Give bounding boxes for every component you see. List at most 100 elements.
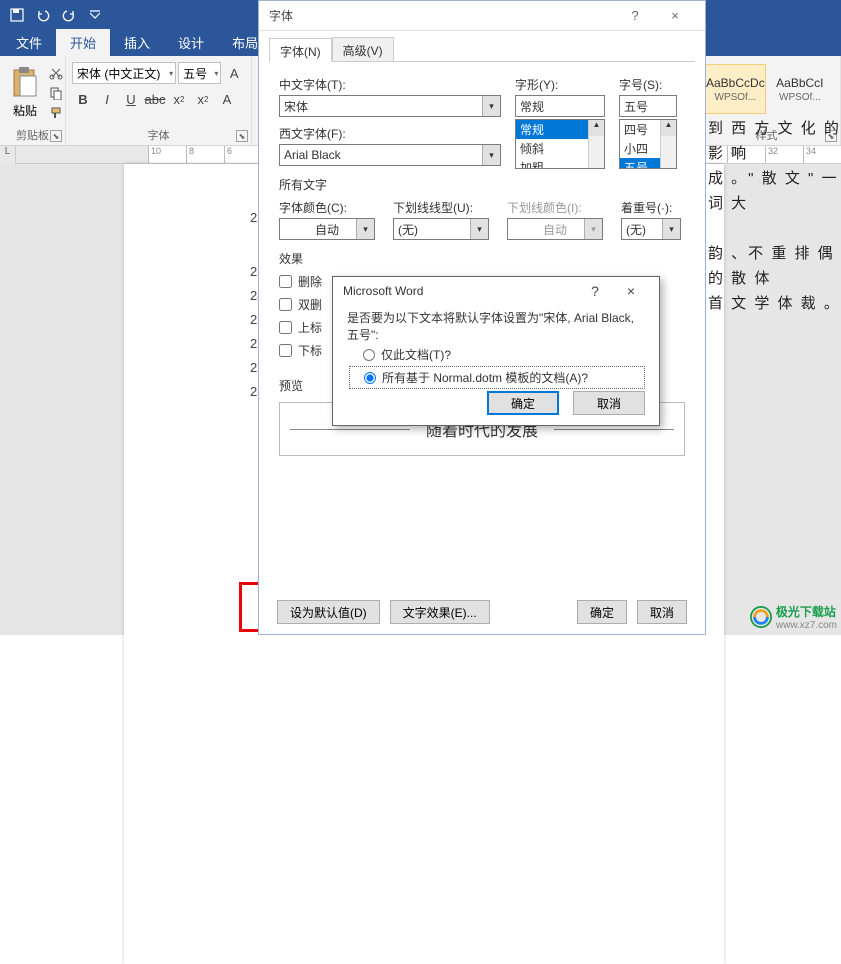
chevron-down-icon: ▾ (584, 219, 602, 239)
font-color-select[interactable]: 自动▾ (279, 218, 375, 240)
label-underline-style: 下划线线型(U): (393, 199, 489, 216)
font-size-combo[interactable]: 五号▾ (178, 62, 221, 84)
font-name-value: 宋体 (中文正文) (77, 65, 160, 82)
text-line: 首 文 学 体 裁 。 (708, 291, 841, 316)
underline-style-select[interactable]: (无)▾ (393, 218, 489, 240)
ruler-tick: 10 (148, 146, 186, 163)
dialog-tab-font[interactable]: 字体(N) (269, 38, 332, 62)
redo-icon[interactable] (56, 2, 82, 28)
ruler-corner[interactable]: L (0, 146, 16, 164)
font-style-input[interactable]: 常规 (515, 95, 605, 117)
tab-file[interactable]: 文件 (2, 29, 56, 56)
text-effects-button[interactable]: A (216, 88, 238, 110)
help-button[interactable]: ? (615, 8, 655, 23)
italic-button[interactable]: I (96, 88, 118, 110)
grow-font-icon[interactable]: A (223, 62, 245, 84)
document-text[interactable]: 到 西 方 文 化 的 影 响 成 。" 散 文 " 一 词 大 韵 、不 重 … (708, 116, 841, 316)
ruler-tick: 6 (224, 146, 262, 163)
label-emphasis: 着重号(·): (621, 199, 681, 216)
underline-button[interactable]: U (120, 88, 142, 110)
radio-all-documents[interactable]: 所有基于 Normal.dotm 模板的文档(A)? (349, 366, 645, 389)
cancel-button[interactable]: 取消 (637, 600, 687, 624)
scrollbar[interactable]: ▲ (660, 120, 676, 168)
set-default-button[interactable]: 设为默认值(D) (277, 600, 380, 624)
font-dialog-titlebar[interactable]: 字体 ? × (259, 1, 705, 31)
chinese-font-select[interactable]: 宋体 ▾ (279, 95, 501, 117)
style-item-1[interactable]: AaBbCcDc WPSOf... (705, 64, 766, 114)
confirm-cancel-button[interactable]: 取消 (573, 391, 645, 415)
scrollbar[interactable]: ▲ (588, 120, 604, 168)
label-western-font: 西文字体(F): (279, 125, 501, 142)
label-font-color: 字体颜色(C): (279, 199, 375, 216)
style-item-2[interactable]: AaBbCcI WPSOf... (772, 64, 828, 114)
close-icon[interactable]: × (613, 283, 649, 299)
tab-home[interactable]: 开始 (56, 29, 110, 56)
underline-color-select: 自动▾ (507, 218, 603, 240)
style-preview: AaBbCcI (776, 76, 823, 90)
font-size-input[interactable]: 五号 (619, 95, 677, 117)
label-chinese-font: 中文字体(T): (279, 76, 501, 93)
text-effects-button[interactable]: 文字效果(E)... (390, 600, 490, 624)
watermark-logo-icon (750, 606, 772, 628)
font-size-value: 五号 (183, 65, 207, 82)
ok-button[interactable]: 确定 (577, 600, 627, 624)
label-font-style: 字形(Y): (515, 76, 605, 93)
confirm-title: Microsoft Word (343, 284, 423, 298)
western-font-value: Arial Black (284, 148, 341, 162)
watermark: 极光下载站 www.xz7.com (750, 603, 837, 631)
strike-button[interactable]: abc (144, 88, 166, 110)
emphasis-select[interactable]: (无)▾ (621, 218, 681, 240)
text-line: 到 西 方 文 化 的 影 响 (708, 116, 841, 166)
font-dialog-title: 字体 (269, 7, 293, 24)
chevron-down-icon: ▾ (356, 219, 374, 239)
paste-icon (10, 66, 40, 100)
subscript-button[interactable]: x2 (168, 88, 190, 110)
chinese-font-value: 宋体 (284, 98, 308, 115)
help-button[interactable]: ? (577, 283, 613, 299)
tab-insert[interactable]: 插入 (110, 29, 164, 56)
text-line-blank (708, 216, 841, 241)
qat-customize-icon[interactable] (82, 2, 108, 28)
font-group-label: 字体 (66, 127, 251, 143)
undo-icon[interactable] (30, 2, 56, 28)
tab-design[interactable]: 设计 (164, 29, 218, 56)
style-name: WPSOf... (715, 92, 757, 103)
label-effects: 效果 (279, 250, 685, 267)
confirm-dialog: Microsoft Word ? × 是否要为以下文本将默认字体设置为"宋体, … (332, 276, 660, 426)
chevron-down-icon: ▾ (482, 145, 500, 165)
close-button[interactable]: × (655, 8, 695, 23)
text-line: 成 。" 散 文 " 一 词 大 (708, 166, 841, 216)
font-dialog-launcher[interactable]: ⬊ (236, 130, 248, 142)
chevron-down-icon: ▾ (662, 219, 680, 239)
label-underline-color: 下划线颜色(I): (507, 199, 603, 216)
font-size-value: 五号 (624, 98, 648, 115)
chevron-down-icon: ▾ (470, 219, 488, 239)
clipboard-dialog-launcher[interactable]: ⬊ (50, 130, 62, 142)
text-line: 韵 、不 重 排 偶 的 散 体 (708, 241, 841, 291)
western-font-select[interactable]: Arial Black ▾ (279, 144, 501, 166)
paste-button[interactable]: 粘贴 (6, 64, 44, 122)
confirm-titlebar[interactable]: Microsoft Word ? × (333, 277, 659, 305)
confirm-question: 是否要为以下文本将默认字体设置为"宋体, Arial Black, 五号": (347, 309, 645, 343)
paste-label: 粘贴 (13, 102, 37, 119)
font-name-combo[interactable]: 宋体 (中文正文)▾ (72, 62, 176, 84)
radio-this-document[interactable]: 仅此文档(T)? (347, 343, 645, 366)
style-preview: AaBbCcDc (706, 76, 765, 90)
bold-button[interactable]: B (72, 88, 94, 110)
style-name: WPSOf... (779, 92, 821, 103)
save-icon[interactable] (4, 2, 30, 28)
font-style-listbox[interactable]: 常规 倾斜 加粗 ▲ (515, 119, 605, 169)
confirm-ok-button[interactable]: 确定 (487, 391, 559, 415)
copy-icon[interactable] (46, 84, 66, 102)
label-all-text: 所有文字 (279, 176, 685, 193)
font-size-listbox[interactable]: 四号 小四 五号 ▲ (619, 119, 677, 169)
group-clipboard: 粘贴 剪贴板 ⬊ (0, 56, 66, 145)
ruler-tick: 8 (186, 146, 224, 163)
watermark-name: 极光下载站 (776, 605, 836, 619)
watermark-url: www.xz7.com (776, 620, 837, 631)
cut-icon[interactable] (46, 64, 66, 82)
chevron-down-icon: ▾ (482, 96, 500, 116)
superscript-button[interactable]: x2 (192, 88, 214, 110)
dialog-tab-advanced[interactable]: 高级(V) (332, 37, 394, 61)
format-painter-icon[interactable] (46, 104, 66, 122)
